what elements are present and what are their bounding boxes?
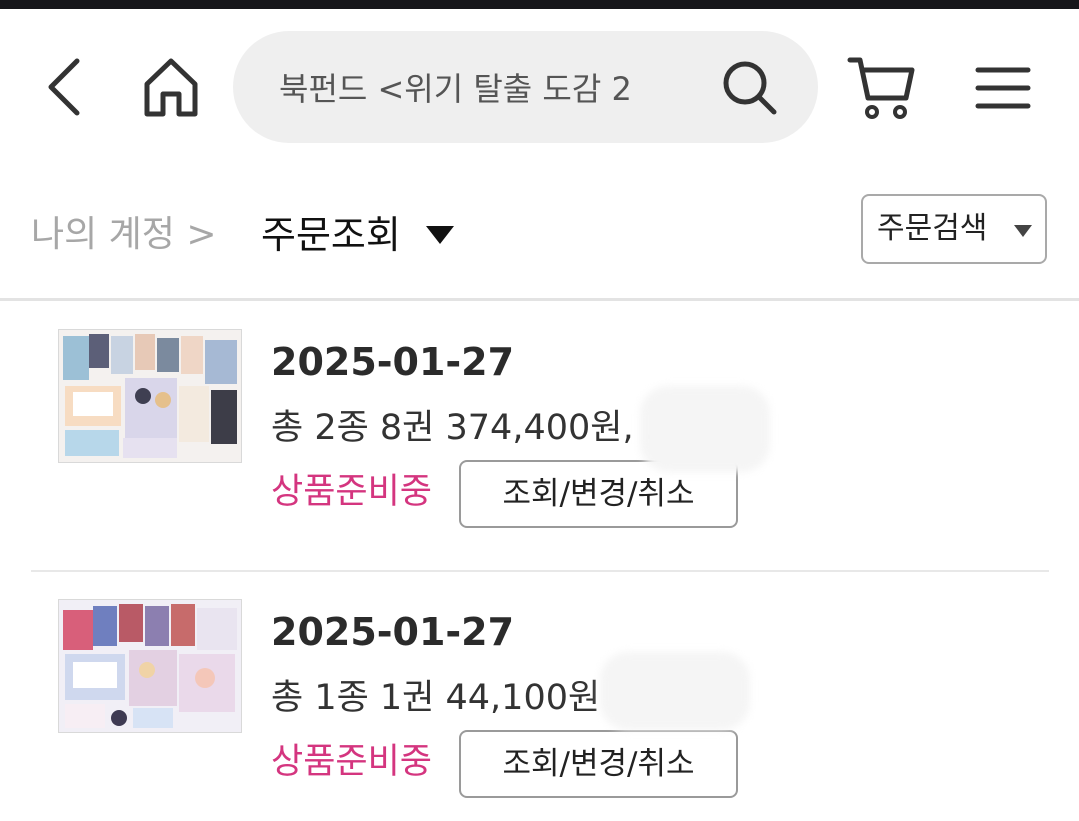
status-strip — [0, 0, 1079, 9]
search-input[interactable]: 북펀드 <위기 탈출 도감 2 — [279, 67, 679, 111]
order-summary: 총 2종 8권 374,400원, . — [271, 408, 656, 448]
home-icon — [144, 58, 198, 117]
breadcrumb-parent-link[interactable]: 나의 계정 > — [31, 210, 217, 260]
menu-icon — [975, 67, 1031, 109]
divider — [0, 298, 1079, 301]
order-manage-button[interactable]: 조회/변경/취소 — [459, 730, 738, 798]
order-thumbnail[interactable] — [58, 329, 242, 463]
search-icon — [723, 61, 777, 115]
product-image — [59, 600, 241, 732]
cart-button[interactable] — [846, 54, 916, 124]
redaction-smudge — [640, 386, 770, 472]
order-date: 2025-01-27 — [271, 610, 515, 654]
order-search-label: 주문검색 — [877, 211, 988, 246]
product-image — [59, 330, 241, 462]
caret-down-icon[interactable] — [424, 224, 456, 246]
app-header: 북펀드 <위기 탈출 도감 2 — [0, 9, 1079, 159]
order-date: 2025-01-27 — [271, 340, 515, 384]
order-status: 상품준비중 — [271, 742, 433, 782]
back-button[interactable] — [38, 57, 88, 117]
order-thumbnail[interactable] — [58, 599, 242, 733]
order-summary: 총 1종 1권 44,100원 — [271, 678, 601, 718]
order-item: 2025-01-27 총 2종 8권 374,400원, . 상품준비중 조회/… — [0, 320, 1079, 560]
cart-icon — [847, 57, 915, 119]
home-button[interactable] — [138, 54, 204, 120]
chevron-left-icon — [48, 58, 80, 116]
search-bar[interactable]: 북펀드 <위기 탈출 도감 2 — [233, 31, 818, 143]
order-search-button[interactable]: 주문검색 — [861, 194, 1047, 264]
order-item: 2025-01-27 총 1종 1권 44,100원 상품준비중 조회/변경/취… — [0, 590, 1079, 821]
divider — [31, 570, 1049, 572]
breadcrumb-current-dropdown[interactable]: 주문조회 — [261, 210, 401, 260]
order-manage-label: 조회/변경/취소 — [502, 746, 695, 782]
search-button[interactable] — [721, 59, 779, 117]
redaction-smudge — [600, 652, 750, 730]
order-manage-label: 조회/변경/취소 — [502, 476, 695, 512]
breadcrumb: 나의 계정 > 주문조회 주문검색 — [0, 190, 1079, 280]
order-status: 상품준비중 — [271, 472, 433, 512]
caret-down-icon — [1014, 225, 1032, 237]
menu-button[interactable] — [975, 64, 1031, 112]
